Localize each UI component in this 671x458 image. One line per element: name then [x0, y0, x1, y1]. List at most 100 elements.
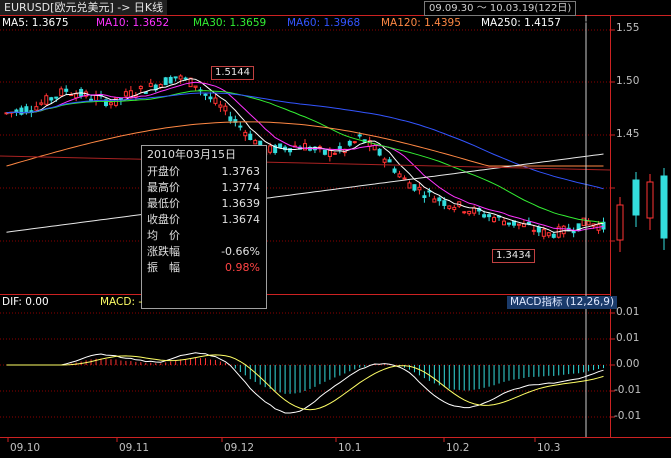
candle-body [352, 141, 357, 144]
date-range[interactable]: 09.09.30 ～ 10.03.19(122日) [424, 1, 577, 16]
candle-body [347, 140, 352, 146]
candle-body [163, 77, 168, 86]
price-tick-1: 1.55 [616, 22, 640, 34]
candle-body [422, 195, 427, 198]
ma120-label: MA120: 1.4395 [381, 17, 461, 29]
candle-body [561, 225, 566, 235]
candle-body [138, 85, 143, 90]
candle-body [268, 145, 273, 153]
candle-body [482, 214, 487, 218]
macd-tick-3: 0.00 [616, 358, 640, 370]
candle-body [193, 85, 198, 88]
candle-body [178, 75, 183, 80]
candle-body [402, 177, 407, 180]
candle-body [467, 210, 472, 215]
info-change-value: -0.66% [221, 245, 260, 258]
candle-body [462, 211, 467, 214]
ma10-label: MA10: 1.3652 [96, 17, 170, 29]
info-high-label: 最高价 [147, 181, 180, 194]
candle-body [502, 220, 507, 226]
macd-tick-2: 0.01 [616, 332, 640, 344]
ma250-label: MA250: 1.4157 [481, 17, 561, 29]
candle-body [332, 152, 337, 155]
candle-body [228, 116, 233, 122]
candle-body [44, 95, 49, 105]
edge-candle-body [660, 175, 668, 239]
x-tick-102: 10.2 [446, 442, 470, 454]
candle-body [248, 133, 253, 141]
candle-body [372, 144, 377, 151]
candle-body [447, 205, 452, 209]
edge-candle-body [616, 204, 624, 241]
info-high-value: 1.3774 [221, 181, 261, 194]
candle-body [123, 91, 128, 97]
ma-legend: MA5: 1.3675 MA10: 1.3652 MA30: 1.3659 MA… [0, 16, 610, 30]
candle-body [327, 149, 332, 157]
low-price-marker: 1.3434 [492, 249, 535, 263]
candle-body [586, 220, 591, 226]
candle-body [34, 106, 39, 111]
candle-body [442, 200, 447, 206]
x-tick-0911: 09.11 [119, 442, 150, 454]
candle-body [39, 102, 44, 105]
candle-body [506, 222, 511, 225]
x-tick-101: 10.1 [338, 442, 362, 454]
candle-body [387, 159, 392, 163]
candle-body [54, 96, 59, 99]
candle-body [208, 96, 213, 100]
info-low-value: 1.3639 [221, 197, 261, 210]
high-price-marker: 1.5144 [211, 66, 254, 80]
candle-body [64, 88, 69, 92]
info-open-value: 1.3763 [221, 165, 261, 178]
candle-body [148, 82, 153, 87]
candle-body [546, 232, 551, 237]
info-amplitude-label: 振 幅 [147, 261, 180, 274]
info-close-label: 收盘价 [147, 213, 180, 226]
candle-body [407, 182, 412, 189]
x-tick-0912: 09.12 [224, 442, 255, 454]
macd-indicator-title[interactable]: MACD指标 (12,26,9) [507, 296, 618, 309]
bar-info-panel: 2010年03月15日 开盘价 1.3763 最高价 1.3774 最低价 1.… [141, 145, 267, 309]
candle-body [24, 106, 29, 113]
info-avg-label: 均 价 [147, 229, 180, 242]
x-tick-103: 10.3 [537, 442, 561, 454]
candle-body [89, 98, 94, 101]
candle-body [74, 93, 79, 99]
candle-body [243, 131, 248, 137]
candle-body [303, 143, 307, 151]
macd-tick-1: 0.01 [616, 306, 640, 318]
reference-line [0, 155, 611, 171]
x-tick-0910: 09.10 [10, 442, 41, 454]
candle-body [536, 226, 541, 233]
candle-body [213, 97, 218, 104]
candle-body [238, 125, 243, 128]
candle-body [492, 217, 497, 223]
info-low-label: 最低价 [147, 197, 180, 210]
edge-candle-body [632, 179, 640, 216]
candle-body [173, 76, 178, 79]
candle-body [223, 105, 228, 112]
candle-body [218, 104, 223, 108]
candle-body [432, 198, 437, 203]
candle-body [108, 102, 113, 106]
candle-body [437, 197, 442, 202]
chart-canvas[interactable] [0, 0, 671, 458]
candle-body [14, 109, 19, 113]
macd-label: MACD: - [100, 296, 143, 308]
ma60-label: MA60: 1.3968 [287, 17, 361, 29]
candle-body [322, 149, 327, 155]
candle-body [94, 94, 99, 101]
info-date: 2010年03月15日 [147, 148, 236, 161]
candle-body [278, 143, 283, 148]
info-close-value: 1.3674 [221, 213, 261, 226]
candle-body [253, 139, 258, 145]
candle-body [412, 184, 417, 191]
candle-body [581, 217, 586, 227]
dif-label: DIF: 0.00 [2, 296, 49, 308]
candle-body [397, 173, 402, 178]
edge-candle-body [646, 181, 654, 219]
macd-tick-5: -0.01 [614, 410, 642, 422]
candle-body [487, 214, 492, 218]
macd-tick-4: -0.01 [614, 384, 642, 396]
ma5-label: MA5: 1.3675 [2, 17, 69, 29]
